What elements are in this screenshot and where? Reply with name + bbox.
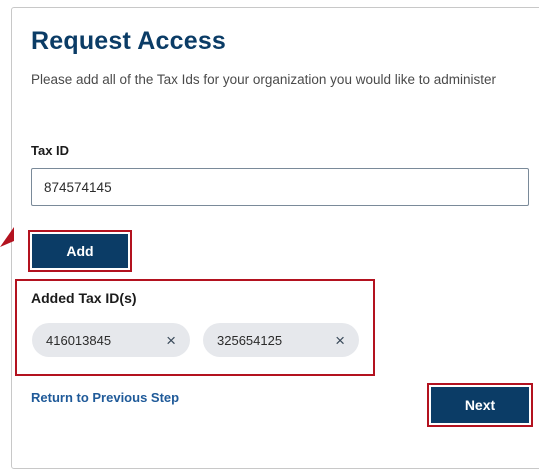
tax-id-input[interactable] — [31, 168, 529, 206]
added-tax-ids-label: Added Tax ID(s) — [31, 290, 137, 306]
return-to-previous-step-link[interactable]: Return to Previous Step — [31, 390, 179, 405]
tax-id-chip-value: 325654125 — [217, 332, 283, 348]
tax-id-chip-value: 416013845 — [46, 332, 112, 348]
pointer-arrow-icon — [0, 227, 14, 247]
tax-id-label: Tax ID — [31, 143, 70, 158]
page-subtitle: Please add all of the Tax Ids for your o… — [31, 72, 497, 87]
added-tax-ids-section: Added Tax ID(s) 416013845 × 325654125 × — [15, 279, 375, 376]
tax-id-chip: 325654125 × — [203, 323, 359, 357]
next-button-highlight: Next — [427, 383, 533, 427]
close-icon[interactable]: × — [166, 332, 176, 349]
next-button[interactable]: Next — [431, 387, 529, 423]
add-button-highlight: Add — [28, 230, 132, 272]
page-title: Request Access — [31, 27, 227, 55]
add-button[interactable]: Add — [32, 234, 128, 268]
tax-id-chip: 416013845 × — [32, 323, 190, 357]
close-icon[interactable]: × — [335, 332, 345, 349]
